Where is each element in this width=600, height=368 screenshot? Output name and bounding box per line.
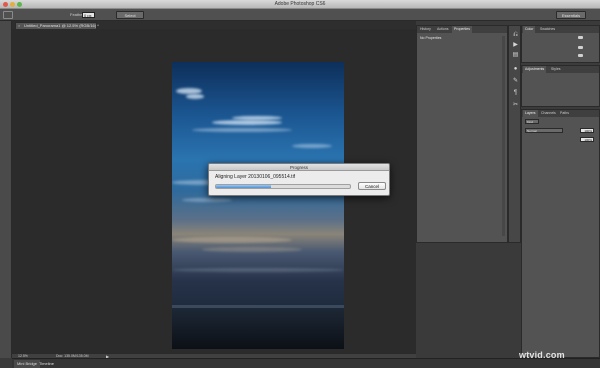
- adjustments-panel-tabs: Adjustments Styles: [522, 66, 599, 73]
- tab-channels[interactable]: Channels: [539, 110, 558, 117]
- progress-bar-fill: [216, 185, 271, 188]
- cloud: [232, 116, 282, 120]
- tab-history[interactable]: History: [418, 26, 433, 33]
- opacity-input[interactable]: 100%: [580, 128, 594, 133]
- progress-dialog-title: Progress: [209, 164, 389, 171]
- cloud: [192, 128, 292, 132]
- layer-filter-select[interactable]: Kind: [525, 119, 539, 124]
- progress-bar: [215, 184, 351, 189]
- tab-paths[interactable]: Paths: [558, 110, 571, 117]
- cancel-button[interactable]: Cancel: [358, 182, 386, 190]
- tab-swatches[interactable]: Swatches: [538, 26, 557, 33]
- tab-adjustments[interactable]: Adjustments: [523, 66, 547, 73]
- select-subject-button[interactable]: Select Subject...: [116, 11, 144, 25]
- layers-panel: Layers Channels Paths Kind Normal 100% 1…: [521, 109, 600, 358]
- feather-input[interactable]: 0 px: [82, 12, 95, 18]
- play-icon[interactable]: ▶: [512, 42, 519, 49]
- options-bar: Feather: 0 px Select Subject... Essentia…: [0, 9, 600, 25]
- cloud: [292, 144, 332, 148]
- properties-panel: History Actions Properties No Properties: [416, 25, 508, 243]
- document-tab[interactable]: × Untitled_Panorama1 @ 12.5% (RGB/16) *: [15, 22, 99, 29]
- tab-color[interactable]: Color: [523, 26, 536, 33]
- properties-icon[interactable]: ▤: [512, 52, 519, 59]
- history-icon[interactable]: ⎌: [512, 32, 519, 39]
- info-icon[interactable]: ●: [512, 66, 519, 73]
- color-panel: Color Swatches: [521, 25, 600, 63]
- title-bar: Adobe Photoshop CS6: [0, 0, 600, 9]
- brush-icon[interactable]: ✎: [512, 78, 519, 85]
- panel-icon-strip: ⎌ ▶ ▤ ● ✎ ¶ ✂: [508, 25, 521, 243]
- properties-scrollbar[interactable]: [502, 36, 505, 236]
- panorama-image: [172, 62, 344, 349]
- sea: [172, 308, 344, 349]
- cloud: [212, 120, 282, 125]
- workspace-switcher[interactable]: Essentials: [556, 11, 586, 19]
- blend-mode-select[interactable]: Normal: [525, 128, 563, 133]
- properties-panel-tabs: History Actions Properties: [417, 26, 507, 33]
- progress-dialog: Progress Aligning Layer 20130106_095514.…: [208, 163, 390, 196]
- tab-layers[interactable]: Layers: [523, 110, 538, 117]
- fill-input[interactable]: 100%: [580, 137, 594, 142]
- window-title: Adobe Photoshop CS6: [274, 1, 326, 7]
- color-panel-tabs: Color Swatches: [522, 26, 599, 33]
- cloud: [182, 198, 232, 202]
- watermark: wtvid.com: [519, 350, 565, 360]
- color-slider-handle[interactable]: [578, 54, 583, 57]
- adjustments-panel: Adjustments Styles: [521, 65, 600, 107]
- cloud: [172, 237, 292, 243]
- document-tab-bar: × Untitled_Panorama1 @ 12.5% (RGB/16) *: [12, 21, 416, 29]
- color-slider-handle[interactable]: [578, 36, 583, 39]
- no-properties-message: No Properties: [420, 36, 442, 40]
- cloud: [202, 247, 302, 252]
- photoshop-window: Adobe Photoshop CS6 Feather: 0 px Select…: [0, 0, 600, 368]
- tab-actions[interactable]: Actions: [435, 26, 450, 33]
- progress-message: Aligning Layer 20130106_095514.tif: [215, 174, 296, 180]
- cloud: [172, 268, 344, 272]
- tab-properties[interactable]: Properties: [452, 26, 472, 33]
- cloud: [176, 88, 202, 94]
- tools-panel: [0, 21, 12, 358]
- tool-preset-icon[interactable]: ✂: [512, 102, 519, 109]
- current-tool-icon[interactable]: [3, 11, 13, 19]
- cloud: [186, 94, 204, 99]
- paragraph-icon[interactable]: ¶: [512, 90, 519, 97]
- right-panel-column: Color Swatches Adjustments Styles Layers…: [521, 25, 600, 358]
- color-slider-handle[interactable]: [578, 46, 583, 49]
- bottom-panel-tabs: Mini Bridge Timeline: [12, 358, 600, 368]
- tab-styles[interactable]: Styles: [549, 66, 563, 73]
- layers-panel-tabs: Layers Channels Paths: [522, 110, 599, 117]
- tab-timeline[interactable]: Timeline: [36, 360, 57, 368]
